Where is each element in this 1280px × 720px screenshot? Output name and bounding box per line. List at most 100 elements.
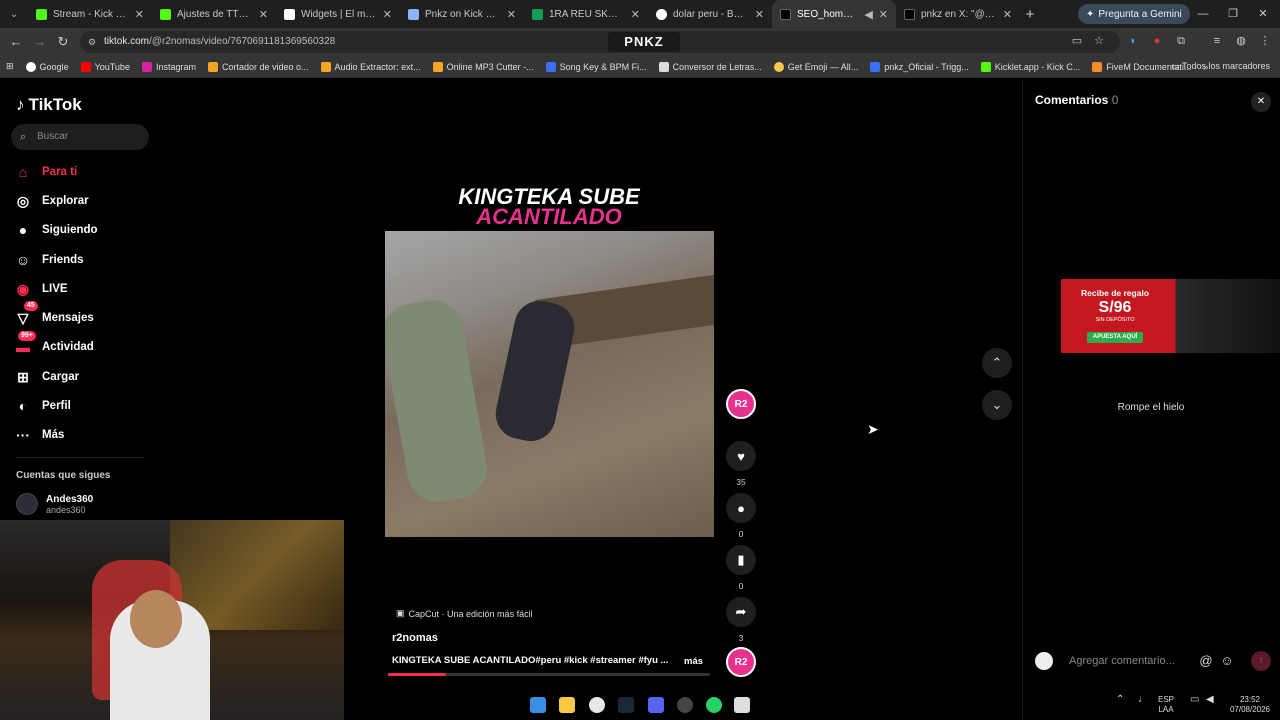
network-icon[interactable]: ▭ (1190, 695, 1199, 705)
previous-video-button[interactable]: ⌃ (982, 348, 1012, 378)
sidebar-item-mensajes[interactable]: ▽ 45 Mensajes (14, 301, 98, 332)
sidebar-item-mas[interactable]: ··· Más (14, 421, 98, 450)
mention-icon[interactable]: @ (1197, 652, 1215, 670)
sidebar-item-actividad[interactable]: ▬ 99+ Actividad (14, 330, 98, 362)
save-button[interactable]: ▮ 0 (726, 545, 756, 591)
extension-icon[interactable]: ● (1150, 34, 1164, 48)
tab-close-icon[interactable]: ✕ (507, 8, 516, 21)
bookmark-instagram[interactable]: Instagram (136, 61, 202, 72)
volume-icon[interactable]: ◀ (1206, 695, 1214, 705)
file-explorer-icon[interactable] (559, 697, 575, 713)
sidebar-item-live[interactable]: ◉ LIVE (14, 274, 98, 303)
bookmark-item[interactable]: pnkz_Oficial - Trigg... (864, 61, 975, 72)
extension-icon[interactable]: ◗ (1126, 34, 1140, 48)
messages-badge: 45 (24, 301, 38, 312)
browser-tab[interactable]: pnkz en X: "@ElZeee✕ (896, 0, 1020, 28)
site-info-icon[interactable]: ⚙ (88, 31, 96, 53)
tab-close-icon[interactable]: ✕ (135, 8, 144, 21)
sidebar-item-explorar[interactable]: ◎ Explorar (14, 186, 98, 215)
comment-input[interactable]: Agregar comentario... (1061, 649, 1271, 673)
sidebar-item-cargar[interactable]: ⊞ Cargar (14, 362, 98, 391)
gemini-button[interactable]: ✦ Pregunta a Gemini (1078, 4, 1190, 24)
window-close-button[interactable]: ✕ (1248, 0, 1278, 28)
close-comments-button[interactable]: ✕ (1251, 92, 1271, 112)
sound-avatar-button[interactable]: R2 (726, 647, 756, 677)
share-button[interactable]: ➦ 3 (726, 597, 756, 643)
bookmark-item[interactable]: Song Key & BPM Fi... (540, 61, 653, 72)
bookmark-item[interactable]: Kicklet.app - Kick C... (975, 61, 1087, 72)
discord-icon[interactable] (648, 697, 664, 713)
video-progress-bar[interactable] (388, 673, 710, 676)
tab-favicon-icon (532, 8, 543, 20)
ad-banner[interactable]: Recibe de regalo S/96 SIN DEPÓSITO APUES… (1061, 279, 1280, 353)
microphone-icon[interactable]: ♩ (1138, 695, 1148, 705)
search-input[interactable]: ⌕ Buscar (11, 124, 149, 150)
maximize-button[interactable]: ❐ (1218, 0, 1248, 28)
send-comment-button[interactable]: ↑ (1251, 651, 1271, 671)
clock[interactable]: 23:52 07/08/2026 (1226, 695, 1274, 715)
tab-close-icon[interactable]: ✕ (755, 8, 764, 21)
bookmark-star-icon[interactable]: ☆ (1092, 34, 1106, 48)
sidebar-item-siguiendo[interactable]: ● Siguiendo (14, 216, 98, 245)
caption-more-link[interactable]: más (684, 656, 703, 667)
browser-tab[interactable]: dolar peru - Buscar c✕ (648, 0, 772, 28)
browser-tab[interactable]: Stream - Kick Dashbo✕ (28, 0, 152, 28)
apps-grid-icon[interactable]: ⊞ (0, 61, 20, 72)
tiktok-logo[interactable]: ♪ TikTok (16, 95, 82, 115)
tab-search-icon[interactable]: ⌄ (0, 9, 28, 20)
browser-tab[interactable]: 1RA REU SKUERE 202✕ (524, 0, 648, 28)
obs-icon[interactable] (677, 697, 693, 713)
emoji-icon[interactable]: ☺ (1218, 652, 1236, 670)
tab-close-icon[interactable]: ✕ (631, 8, 640, 21)
tab-close-icon[interactable]: ✕ (259, 8, 268, 21)
back-arrow-icon[interactable]: ← (8, 34, 24, 50)
new-tab-button[interactable]: + (1020, 6, 1040, 23)
all-bookmarks-button[interactable]: ▭ Todos los marcadores (1171, 61, 1270, 72)
capcut-link[interactable]: ▣ CapCut · Una edición más fácil (396, 608, 533, 619)
comment-button[interactable]: ● 0 (726, 493, 756, 539)
browser-tab-active[interactable]: SEO_homepage_◀✕ (772, 0, 896, 28)
steam-icon[interactable] (618, 697, 634, 713)
install-app-icon[interactable]: ▭ (1070, 34, 1084, 48)
bookmark-item[interactable]: Audio Extractor: ext... (315, 61, 427, 72)
forward-arrow-icon[interactable]: → (32, 34, 48, 50)
tab-close-icon[interactable]: ✕ (879, 8, 888, 21)
next-video-button[interactable]: ⌄ (982, 390, 1012, 420)
video-player[interactable] (385, 231, 714, 537)
browser-menu-icon[interactable]: ⋮ (1258, 34, 1272, 48)
browser-tab[interactable]: Pnkz on Kick — Enga✕ (400, 0, 524, 28)
bookmark-item[interactable]: Cortador de video o... (202, 61, 315, 72)
ad-cta-button[interactable]: APUESTA AQUÍ (1087, 332, 1143, 343)
sidebar-item-friends[interactable]: ☺ Friends (14, 245, 98, 274)
extensions-puzzle-icon[interactable]: ⧉ (1174, 34, 1188, 48)
profile-avatar-icon[interactable]: ◍ (1234, 34, 1248, 48)
windows-start-icon[interactable] (530, 697, 546, 713)
pnkz-extension-badge[interactable]: PNKZ (608, 32, 680, 52)
chevron-up-icon: ⌃ (991, 355, 1003, 370)
bookmark-item[interactable]: Conversor de Letras... (653, 61, 768, 72)
snipping-tool-icon[interactable] (734, 697, 750, 713)
sidebar-item-para-ti[interactable]: ⌂ Para ti (14, 157, 98, 186)
bookmark-youtube[interactable]: YouTube (75, 61, 136, 72)
following-account[interactable]: Andes360 andes360 (16, 493, 93, 515)
bookmark-item[interactable]: Get Emoji — All... (768, 61, 865, 72)
speaker-icon[interactable]: ◀ (864, 8, 872, 21)
like-button[interactable]: ♥ 35 (726, 441, 756, 487)
tab-close-icon[interactable]: ✕ (383, 8, 392, 21)
media-controls-icon[interactable]: ≡ (1210, 34, 1224, 48)
video-author[interactable]: r2nomas (392, 632, 438, 644)
creator-avatar-button[interactable]: R2 (726, 389, 756, 419)
language-indicator[interactable]: ESP LAA (1158, 695, 1174, 715)
reload-icon[interactable]: ↻ (55, 34, 71, 50)
tab-close-icon[interactable]: ✕ (1003, 8, 1012, 21)
whatsapp-icon[interactable] (706, 697, 722, 713)
browser-tab[interactable]: Widgets | El mejor so✕ (276, 0, 400, 28)
sidebar-item-perfil[interactable]: ◐ Perfil (14, 391, 98, 420)
bookmark-item[interactable]: Online MP3 Cutter -... (427, 61, 540, 72)
chrome-icon[interactable] (589, 697, 605, 713)
bookmark-google[interactable]: Google (20, 61, 75, 72)
url-bar[interactable]: ⚙ tiktok.com/@r2nomas/video/7670691181369… (80, 31, 1120, 53)
minimize-button[interactable]: — (1188, 0, 1218, 28)
tray-chevron-up-icon[interactable]: ⌃ (1116, 695, 1124, 705)
browser-tab[interactable]: Ajustes de TTS de Kic✕ (152, 0, 276, 28)
